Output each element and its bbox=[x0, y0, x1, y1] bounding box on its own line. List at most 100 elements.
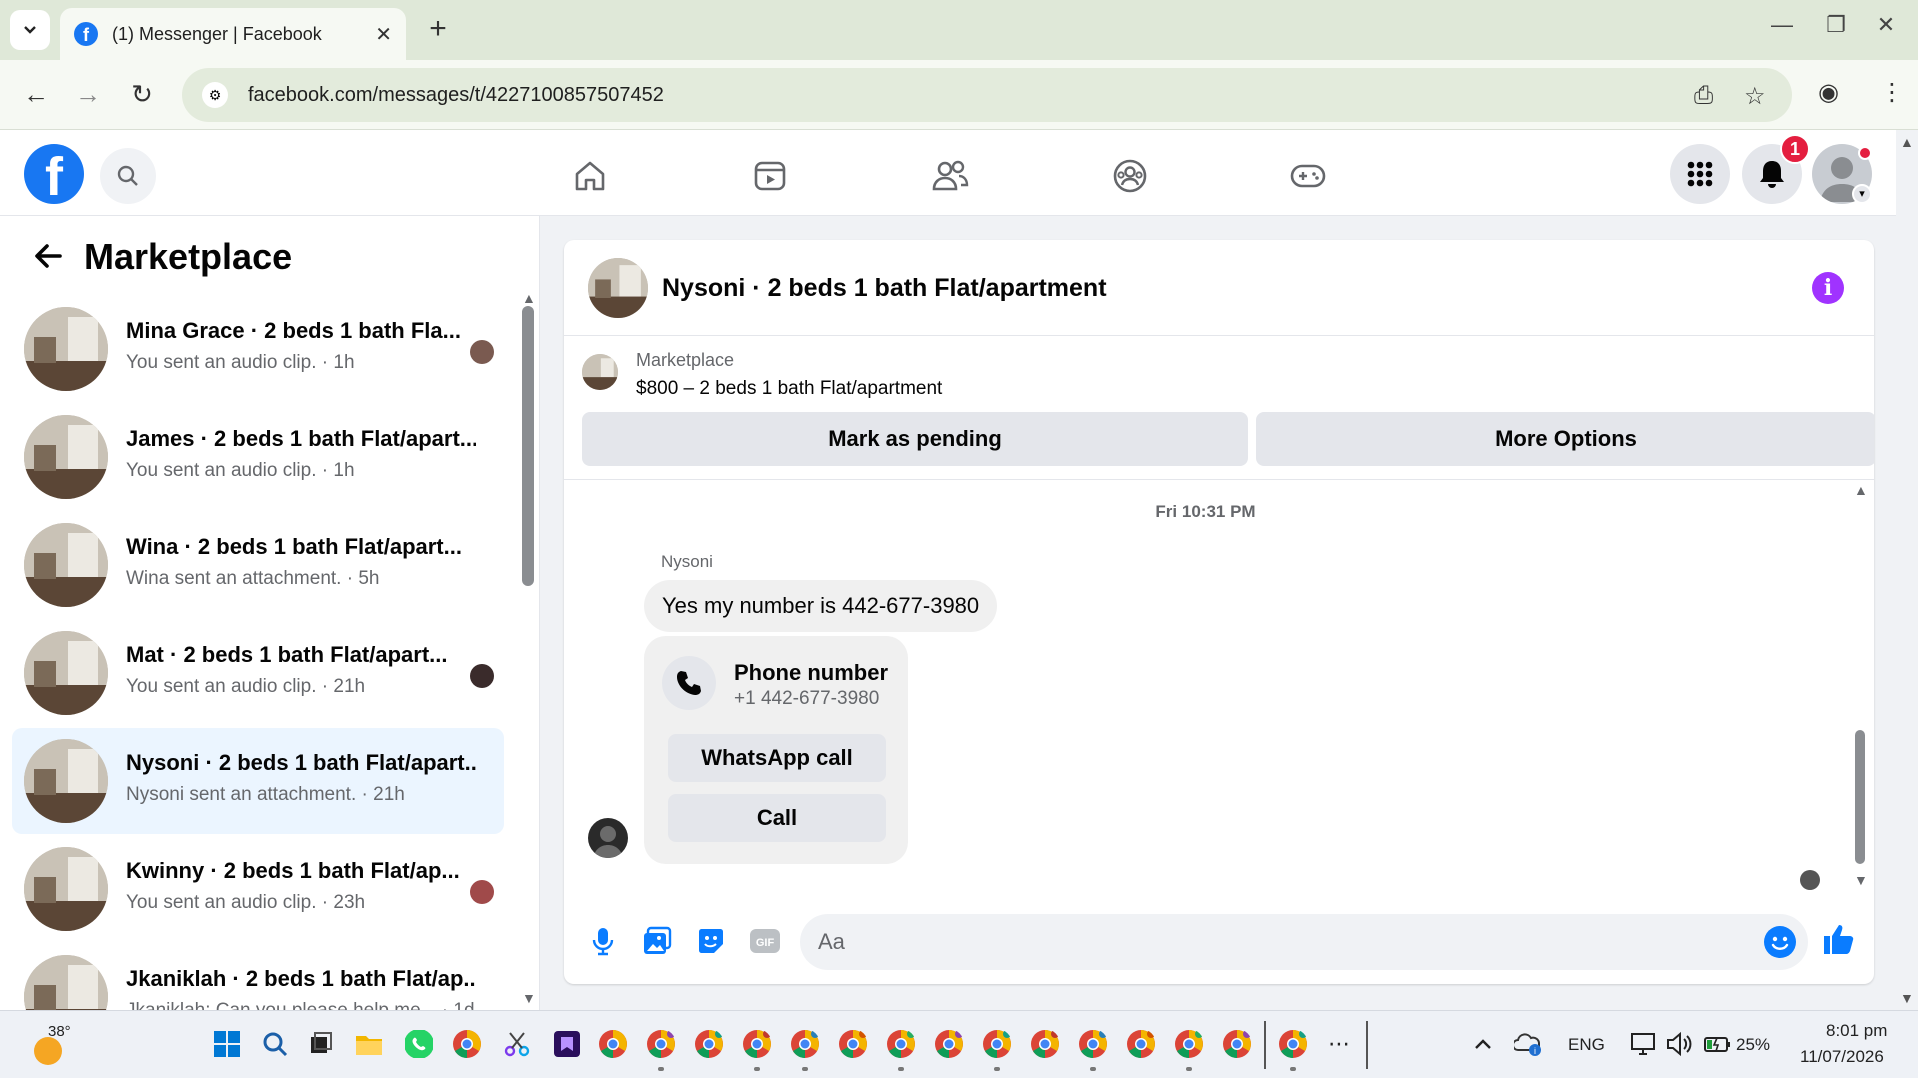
listing-thumbnail bbox=[24, 415, 108, 499]
volume-icon[interactable] bbox=[1664, 1029, 1694, 1059]
chrome-icon[interactable] bbox=[452, 1029, 482, 1059]
chrome-profile-icon[interactable] bbox=[1126, 1029, 1156, 1059]
snipping-tool-icon[interactable] bbox=[502, 1029, 532, 1059]
listing-price-title[interactable]: $800 – 2 beds 1 bath Flat/apartment bbox=[636, 378, 942, 400]
more-options-button[interactable]: More Options bbox=[1256, 412, 1874, 466]
conversation-preview: Wina sent an attachment. · 5h bbox=[126, 568, 380, 589]
whatsapp-call-button[interactable]: WhatsApp call bbox=[668, 734, 886, 782]
gif-icon[interactable]: GIF bbox=[748, 924, 782, 958]
whatsapp-icon[interactable] bbox=[404, 1029, 434, 1059]
chrome-profile-icon[interactable] bbox=[982, 1029, 1012, 1059]
chrome-profile-icon[interactable] bbox=[1222, 1029, 1252, 1059]
conversation-item[interactable]: Kwinny · 2 beds 1 bath Flat/ap... You se… bbox=[12, 836, 504, 942]
taskbar-search-icon[interactable] bbox=[260, 1029, 290, 1059]
chrome-profile-icon[interactable] bbox=[790, 1029, 820, 1059]
clock-time[interactable]: 8:01 pm bbox=[1826, 1021, 1887, 1041]
back-arrow-icon[interactable] bbox=[30, 238, 66, 274]
back-button[interactable]: ← bbox=[16, 74, 56, 114]
network-icon[interactable] bbox=[1628, 1029, 1658, 1059]
conversation-name: Kwinny · 2 beds 1 bath Flat/ap... bbox=[126, 858, 460, 883]
profile-icon[interactable]: ◉ bbox=[1818, 78, 1839, 107]
sender-avatar[interactable] bbox=[588, 818, 628, 858]
browser-tab[interactable]: f (1) Messenger | Facebook ✕ bbox=[60, 8, 406, 60]
bookmark-star-icon[interactable]: ☆ bbox=[1744, 82, 1766, 111]
emoji-icon[interactable] bbox=[1764, 926, 1796, 958]
thread-scroll-up-icon[interactable]: ▲ bbox=[1854, 482, 1868, 498]
chrome-profile-icon[interactable] bbox=[886, 1029, 916, 1059]
account-chevron-icon[interactable]: ▾ bbox=[1852, 184, 1872, 204]
conversation-item[interactable]: Wina · 2 beds 1 bath Flat/apart... Wina … bbox=[12, 512, 504, 618]
conversation-item[interactable]: Mina Grace · 2 beds 1 bath Fla... You se… bbox=[12, 296, 504, 402]
sticker-icon[interactable] bbox=[694, 924, 728, 958]
install-app-icon[interactable]: ⎙ bbox=[1694, 82, 1713, 110]
thread-scroll-down-icon[interactable]: ▼ bbox=[1854, 872, 1868, 888]
photo-attach-icon[interactable] bbox=[640, 924, 674, 958]
message-input[interactable] bbox=[800, 914, 1808, 970]
weather-widget[interactable]: 38° bbox=[30, 1021, 100, 1069]
tab-close-icon[interactable]: ✕ bbox=[375, 22, 392, 47]
conversation-preview: You sent an audio clip. · 21h bbox=[126, 676, 366, 697]
browser-menu-icon[interactable]: ⋮ bbox=[1880, 78, 1904, 107]
address-bar[interactable]: ⚙ facebook.com/messages/t/42271008575074… bbox=[182, 68, 1792, 122]
clock-date[interactable]: 11/07/2026 bbox=[1800, 1047, 1884, 1067]
listing-thumbnail bbox=[24, 847, 108, 931]
call-button[interactable]: Call bbox=[668, 794, 886, 842]
chrome-window-icon[interactable] bbox=[598, 1029, 628, 1059]
phone-number-card: Phone number +1 442-677-3980 WhatsApp ca… bbox=[644, 636, 908, 864]
restore-icon[interactable]: ❐ bbox=[1816, 12, 1856, 38]
chrome-profile-icon[interactable] bbox=[742, 1029, 772, 1059]
chrome-profile-icon[interactable] bbox=[1174, 1029, 1204, 1059]
new-tab-button[interactable]: + bbox=[420, 12, 456, 48]
running-indicator bbox=[994, 1067, 1000, 1071]
chrome-profile-icon[interactable] bbox=[1030, 1029, 1060, 1059]
page-scroll-up-icon[interactable]: ▲ bbox=[1900, 134, 1914, 150]
onedrive-icon[interactable]: i bbox=[1514, 1029, 1544, 1059]
conversation-item[interactable]: Mat · 2 beds 1 bath Flat/apart... You se… bbox=[12, 620, 504, 726]
reload-button[interactable]: ↻ bbox=[122, 74, 162, 114]
chrome-profile-icon[interactable] bbox=[838, 1029, 868, 1059]
task-view-icon[interactable] bbox=[306, 1029, 336, 1059]
like-thumbs-up-icon[interactable] bbox=[1822, 922, 1856, 956]
message-bubble[interactable]: Yes my number is 442-677-3980 bbox=[644, 580, 998, 632]
chrome-profile-icon[interactable] bbox=[1278, 1029, 1308, 1059]
chrome-profile-icon[interactable] bbox=[934, 1029, 964, 1059]
language-indicator[interactable]: ENG bbox=[1568, 1035, 1605, 1055]
forward-button[interactable]: → bbox=[68, 74, 108, 114]
page-scroll-down-icon[interactable]: ▼ bbox=[1900, 990, 1914, 1006]
facebook-logo-icon[interactable]: f bbox=[24, 144, 84, 204]
friends-nav-icon[interactable] bbox=[926, 152, 974, 200]
taskbar-divider bbox=[1264, 1021, 1266, 1069]
conversation-list-scrollbar[interactable] bbox=[522, 306, 534, 586]
battery-icon[interactable] bbox=[1702, 1029, 1732, 1059]
microphone-icon[interactable] bbox=[586, 924, 620, 958]
conversation-item-active[interactable]: Nysoni · 2 beds 1 bath Flat/apart... Nys… bbox=[12, 728, 504, 834]
site-settings-icon[interactable]: ⚙ bbox=[202, 82, 228, 108]
tab-title: (1) Messenger | Facebook bbox=[112, 23, 322, 44]
list-scroll-down-icon[interactable]: ▼ bbox=[522, 990, 536, 1006]
thread-scrollbar[interactable] bbox=[1855, 730, 1865, 864]
info-icon[interactable]: i bbox=[1812, 272, 1844, 304]
minimize-icon[interactable]: — bbox=[1762, 12, 1802, 38]
app-purple-icon[interactable] bbox=[552, 1029, 582, 1059]
mark-as-pending-button[interactable]: Mark as pending bbox=[582, 412, 1248, 466]
show-hidden-icons-icon[interactable] bbox=[1468, 1029, 1498, 1059]
chrome-profile-icon[interactable] bbox=[694, 1029, 724, 1059]
chat-title[interactable]: Nysoni · 2 beds 1 bath Flat/apartment bbox=[662, 274, 1107, 303]
chat-listing-thumbnail[interactable] bbox=[588, 258, 648, 318]
file-explorer-icon[interactable] bbox=[354, 1029, 384, 1059]
list-scroll-up-icon[interactable]: ▲ bbox=[522, 290, 536, 306]
search-button[interactable] bbox=[100, 148, 156, 204]
close-window-icon[interactable]: ✕ bbox=[1866, 12, 1906, 38]
menu-grid-button[interactable] bbox=[1670, 144, 1730, 204]
tab-search-button[interactable] bbox=[10, 10, 50, 50]
chrome-profile-icon[interactable] bbox=[646, 1029, 676, 1059]
conversation-item[interactable]: Jkaniklah · 2 beds 1 bath Flat/ap... Jka… bbox=[12, 944, 504, 1010]
home-nav-icon[interactable] bbox=[566, 152, 614, 200]
gaming-nav-icon[interactable] bbox=[1284, 152, 1332, 200]
windows-start-icon[interactable] bbox=[212, 1029, 242, 1059]
video-nav-icon[interactable] bbox=[746, 152, 794, 200]
conversation-item[interactable]: James · 2 beds 1 bath Flat/apart... You … bbox=[12, 404, 504, 510]
chrome-profile-icon[interactable] bbox=[1078, 1029, 1108, 1059]
groups-nav-icon[interactable] bbox=[1106, 152, 1154, 200]
more-apps-icon[interactable]: ⋯ bbox=[1328, 1031, 1350, 1057]
